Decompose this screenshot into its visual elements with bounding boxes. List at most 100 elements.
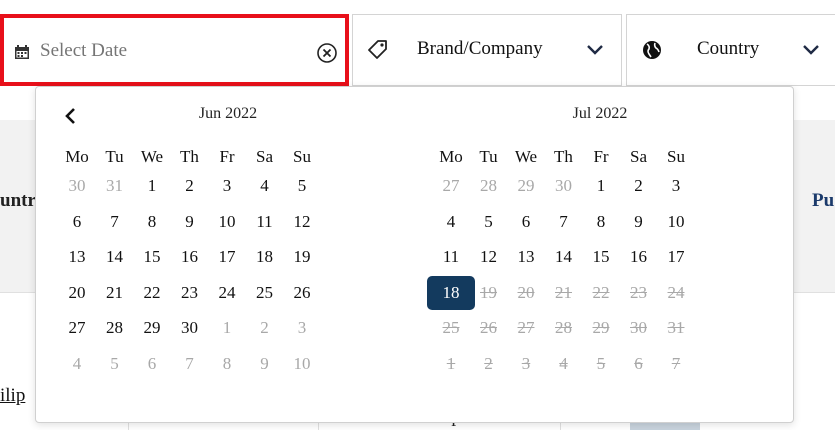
calendar-day[interactable]: 25 bbox=[245, 278, 285, 308]
calendar-day[interactable]: 31 bbox=[95, 171, 135, 201]
calendar-day[interactable]: 21 bbox=[95, 278, 135, 308]
calendar-day: 31 bbox=[667, 318, 685, 337]
calendar-day[interactable]: 28 bbox=[469, 171, 509, 201]
calendar-day[interactable]: 29 bbox=[506, 171, 546, 201]
calendar-day[interactable]: 29 bbox=[132, 313, 172, 343]
calendar-day[interactable]: 18 bbox=[245, 242, 285, 272]
calendar-day[interactable]: 16 bbox=[619, 242, 659, 272]
date-picker-popup: Jun 2022 Jul 2022 Mo Tu We Th Fr Sa Su 30 31 1 2 3 4… bbox=[35, 86, 794, 423]
brand-filter[interactable]: Brand/Company bbox=[352, 14, 622, 86]
calendar-day: 28 bbox=[555, 318, 572, 337]
calendar-day[interactable]: 4 bbox=[431, 207, 471, 237]
weekday-header: Su bbox=[667, 147, 685, 166]
calendar-day[interactable]: 19 bbox=[282, 242, 322, 272]
calendar-day[interactable]: 23 bbox=[170, 278, 210, 308]
calendar-day[interactable]: 27 bbox=[57, 313, 97, 343]
chevron-down-icon[interactable] bbox=[802, 43, 820, 57]
calendar-day[interactable]: 30 bbox=[170, 313, 210, 343]
calendar-day[interactable]: 12 bbox=[469, 242, 509, 272]
calendar-day[interactable]: 2 bbox=[619, 171, 659, 201]
row-link[interactable]: ilip bbox=[0, 385, 25, 407]
weekday-header: We bbox=[140, 147, 164, 166]
calendar-day[interactable]: 4 bbox=[245, 171, 285, 201]
calendar-day[interactable]: 13 bbox=[506, 242, 546, 272]
weekday-header: Th bbox=[554, 147, 573, 166]
calendar-day[interactable]: 27 bbox=[431, 171, 471, 201]
weekday-header: Sa bbox=[256, 147, 273, 166]
column-header-country[interactable]: untr bbox=[0, 190, 36, 212]
calendar-day[interactable]: 30 bbox=[57, 171, 97, 201]
calendar-day[interactable]: 5 bbox=[469, 207, 509, 237]
calendar-day[interactable]: 22 bbox=[132, 278, 172, 308]
calendar-day[interactable]: 17 bbox=[207, 242, 247, 272]
calendar-day[interactable]: 7 bbox=[544, 207, 584, 237]
calendar-day[interactable]: 7 bbox=[95, 207, 135, 237]
calendar-day[interactable]: 2 bbox=[170, 171, 210, 201]
calendar-icon bbox=[14, 44, 30, 60]
weekday-header: Tu bbox=[105, 147, 124, 166]
column-header-pu[interactable]: Pu bbox=[812, 190, 834, 212]
globe-icon bbox=[641, 39, 663, 61]
calendar-day[interactable]: 20 bbox=[57, 278, 97, 308]
weekday-header: Fr bbox=[219, 147, 235, 166]
calendar-day[interactable]: 9 bbox=[245, 349, 285, 379]
calendar-day[interactable]: 15 bbox=[581, 242, 621, 272]
calendar-day[interactable]: 3 bbox=[282, 313, 322, 343]
weekday-header: We bbox=[514, 147, 538, 166]
calendar-day[interactable]: 6 bbox=[57, 207, 97, 237]
weekday-header: Sa bbox=[630, 147, 647, 166]
calendar-day[interactable]: 6 bbox=[506, 207, 546, 237]
calendar-day[interactable]: 8 bbox=[132, 207, 172, 237]
calendar-day[interactable]: 9 bbox=[619, 207, 659, 237]
calendar-day[interactable]: 3 bbox=[656, 171, 696, 201]
calendar-day[interactable]: 28 bbox=[95, 313, 135, 343]
calendar-day[interactable]: 1 bbox=[132, 171, 172, 201]
calendar-day[interactable]: 9 bbox=[170, 207, 210, 237]
country-filter[interactable]: Country bbox=[626, 14, 835, 86]
calendar-day[interactable]: 2 bbox=[245, 313, 285, 343]
calendar-day[interactable]: 10 bbox=[656, 207, 696, 237]
left-month-title: Jun 2022 bbox=[198, 105, 258, 122]
right-month-title: Jul 2022 bbox=[572, 105, 628, 122]
brand-select-label: Brand/Company bbox=[417, 38, 543, 59]
calendar-day[interactable]: 1 bbox=[207, 313, 247, 343]
date-input-placeholder[interactable]: Select Date bbox=[40, 40, 127, 62]
calendar-day: 27 bbox=[517, 318, 535, 337]
calendar-day: 20 bbox=[517, 282, 535, 302]
calendar-day[interactable]: 14 bbox=[544, 242, 584, 272]
calendar-day[interactable]: 11 bbox=[245, 207, 285, 237]
calendar-day: 24 bbox=[667, 282, 685, 302]
calendar-day: 7 bbox=[671, 353, 681, 373]
calendar-day[interactable]: 1 bbox=[581, 171, 621, 201]
calendar-day[interactable]: 3 bbox=[207, 171, 247, 201]
calendar-day[interactable]: 24 bbox=[207, 278, 247, 308]
calendar-day[interactable]: 8 bbox=[207, 349, 247, 379]
calendar-day[interactable]: 14 bbox=[95, 242, 135, 272]
calendar-day[interactable]: 5 bbox=[282, 171, 322, 201]
weekday-header: Mo bbox=[439, 147, 463, 166]
weekday-header: Fr bbox=[593, 147, 609, 166]
calendar-day[interactable]: 15 bbox=[132, 242, 172, 272]
calendar-day[interactable]: 7 bbox=[170, 349, 210, 379]
clear-icon[interactable] bbox=[316, 42, 338, 64]
calendar-day[interactable]: 6 bbox=[132, 349, 172, 379]
calendar-day[interactable]: 12 bbox=[282, 207, 322, 237]
calendar-day[interactable]: 13 bbox=[57, 242, 97, 272]
calendar-day[interactable]: 16 bbox=[170, 242, 210, 272]
calendar-day[interactable]: 17 bbox=[656, 242, 696, 272]
date-filter[interactable]: Select Date bbox=[0, 14, 349, 86]
calendar-day[interactable]: 11 bbox=[431, 242, 471, 272]
calendar-day[interactable]: 5 bbox=[95, 349, 135, 379]
tag-icon bbox=[367, 38, 389, 60]
calendar-day: 5 bbox=[596, 353, 606, 373]
calendar-day[interactable]: 4 bbox=[57, 349, 97, 379]
calendar-day[interactable]: 30 bbox=[544, 171, 584, 201]
prev-month-button[interactable] bbox=[60, 105, 82, 127]
calendar-day[interactable]: 10 bbox=[282, 349, 322, 379]
chevron-down-icon[interactable] bbox=[586, 43, 604, 57]
calendar-day: 21 bbox=[555, 282, 572, 302]
calendar-day[interactable]: 26 bbox=[282, 278, 322, 308]
calendar-day: 30 bbox=[630, 318, 647, 337]
calendar-day[interactable]: 10 bbox=[207, 207, 247, 237]
calendar-day[interactable]: 8 bbox=[581, 207, 621, 237]
